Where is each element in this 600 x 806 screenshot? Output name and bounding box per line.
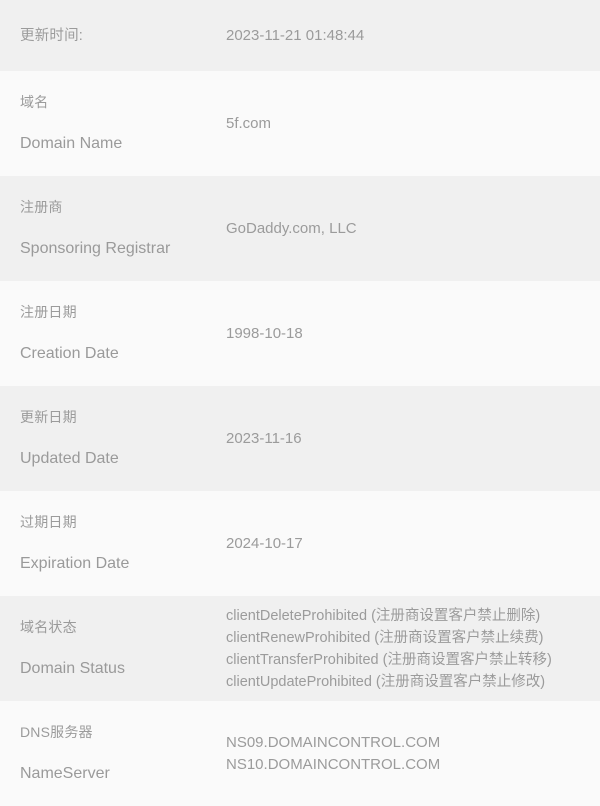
row-label-update-time: 更新时间:	[0, 4, 226, 68]
row-label-cn: 域名状态	[20, 619, 77, 635]
row-label-en: Domain Status	[20, 660, 125, 677]
row-label-cn: 注册日期	[20, 304, 77, 320]
row-value-domain-name: 5f.com	[226, 113, 600, 135]
status-line-renew-prohibited: clientRenewProhibited (注册商设置客户禁止续费)	[226, 629, 544, 646]
row-label-cn: 更新日期	[20, 409, 77, 425]
row-label-en: Creation Date	[20, 345, 119, 362]
table-row: 注册日期 Creation Date 1998-10-18	[0, 281, 600, 386]
row-label-cn: DNS服务器	[20, 724, 93, 740]
row-label-expiration-date: 过期日期 Expiration Date	[0, 491, 226, 596]
value-line: 2024-10-17	[226, 534, 303, 552]
row-label-cn: 更新时间:	[20, 27, 84, 44]
row-label-domain-name: 域名 Domain Name	[0, 71, 226, 176]
table-row: 更新日期 Updated Date 2023-11-16	[0, 386, 600, 491]
row-value-sponsoring-registrar: GoDaddy.com, LLC	[226, 218, 600, 240]
status-line-update-prohibited: clientUpdateProhibited (注册商设置客户禁止修改)	[226, 673, 546, 690]
table-row: 过期日期 Expiration Date 2024-10-17	[0, 491, 600, 596]
table-row: 域名状态 Domain Status clientDeleteProhibite…	[0, 596, 600, 701]
row-value-update-time: 2023-11-21 01:48:44	[226, 25, 600, 47]
row-label-en: Updated Date	[20, 450, 119, 467]
row-label-en: NameServer	[20, 765, 110, 782]
row-label-creation-date: 注册日期 Creation Date	[0, 281, 226, 386]
row-label-cn: 域名	[20, 94, 49, 110]
value-line: GoDaddy.com, LLC	[226, 219, 357, 237]
table-row: 注册商 Sponsoring Registrar GoDaddy.com, LL…	[0, 176, 600, 281]
row-value-nameserver: NS09.DOMAINCONTROL.COM NS10.DOMAINCONTRO…	[226, 732, 600, 776]
row-label-sponsoring-registrar: 注册商 Sponsoring Registrar	[0, 176, 226, 281]
status-line-delete-prohibited: clientDeleteProhibited (注册商设置客户禁止删除)	[226, 607, 541, 624]
nameserver-line-1: NS09.DOMAINCONTROL.COM	[226, 733, 441, 751]
row-label-updated-date: 更新日期 Updated Date	[0, 386, 226, 491]
value-line: 5f.com	[226, 114, 272, 132]
row-label-en: Sponsoring Registrar	[20, 240, 171, 257]
row-label-en: Expiration Date	[20, 555, 130, 572]
table-row: 更新时间: 2023-11-21 01:48:44	[0, 0, 600, 71]
table-row: DNS服务器 NameServer NS09.DOMAINCONTROL.COM…	[0, 701, 600, 806]
nameserver-line-2: NS10.DOMAINCONTROL.COM	[226, 755, 441, 773]
value-line: 2023-11-16	[226, 429, 302, 447]
row-label-domain-status: 域名状态 Domain Status	[0, 596, 226, 701]
row-value-creation-date: 1998-10-18	[226, 323, 600, 345]
table-row: 域名 Domain Name 5f.com	[0, 71, 600, 176]
row-value-domain-status: clientDeleteProhibited (注册商设置客户禁止删除) cli…	[226, 605, 600, 693]
status-line-transfer-prohibited: clientTransferProhibited (注册商设置客户禁止转移)	[226, 651, 552, 668]
row-label-cn: 注册商	[20, 199, 63, 215]
row-value-expiration-date: 2024-10-17	[226, 533, 600, 555]
row-label-en: Domain Name	[20, 135, 123, 152]
row-value-updated-date: 2023-11-16	[226, 428, 600, 450]
row-label-nameserver: DNS服务器 NameServer	[0, 701, 226, 806]
row-label-cn: 过期日期	[20, 514, 77, 530]
value-line: 1998-10-18	[226, 324, 303, 342]
whois-info-table: 更新时间: 2023-11-21 01:48:44 域名 Domain Name…	[0, 0, 600, 806]
value-line: 2023-11-21 01:48:44	[226, 26, 365, 44]
